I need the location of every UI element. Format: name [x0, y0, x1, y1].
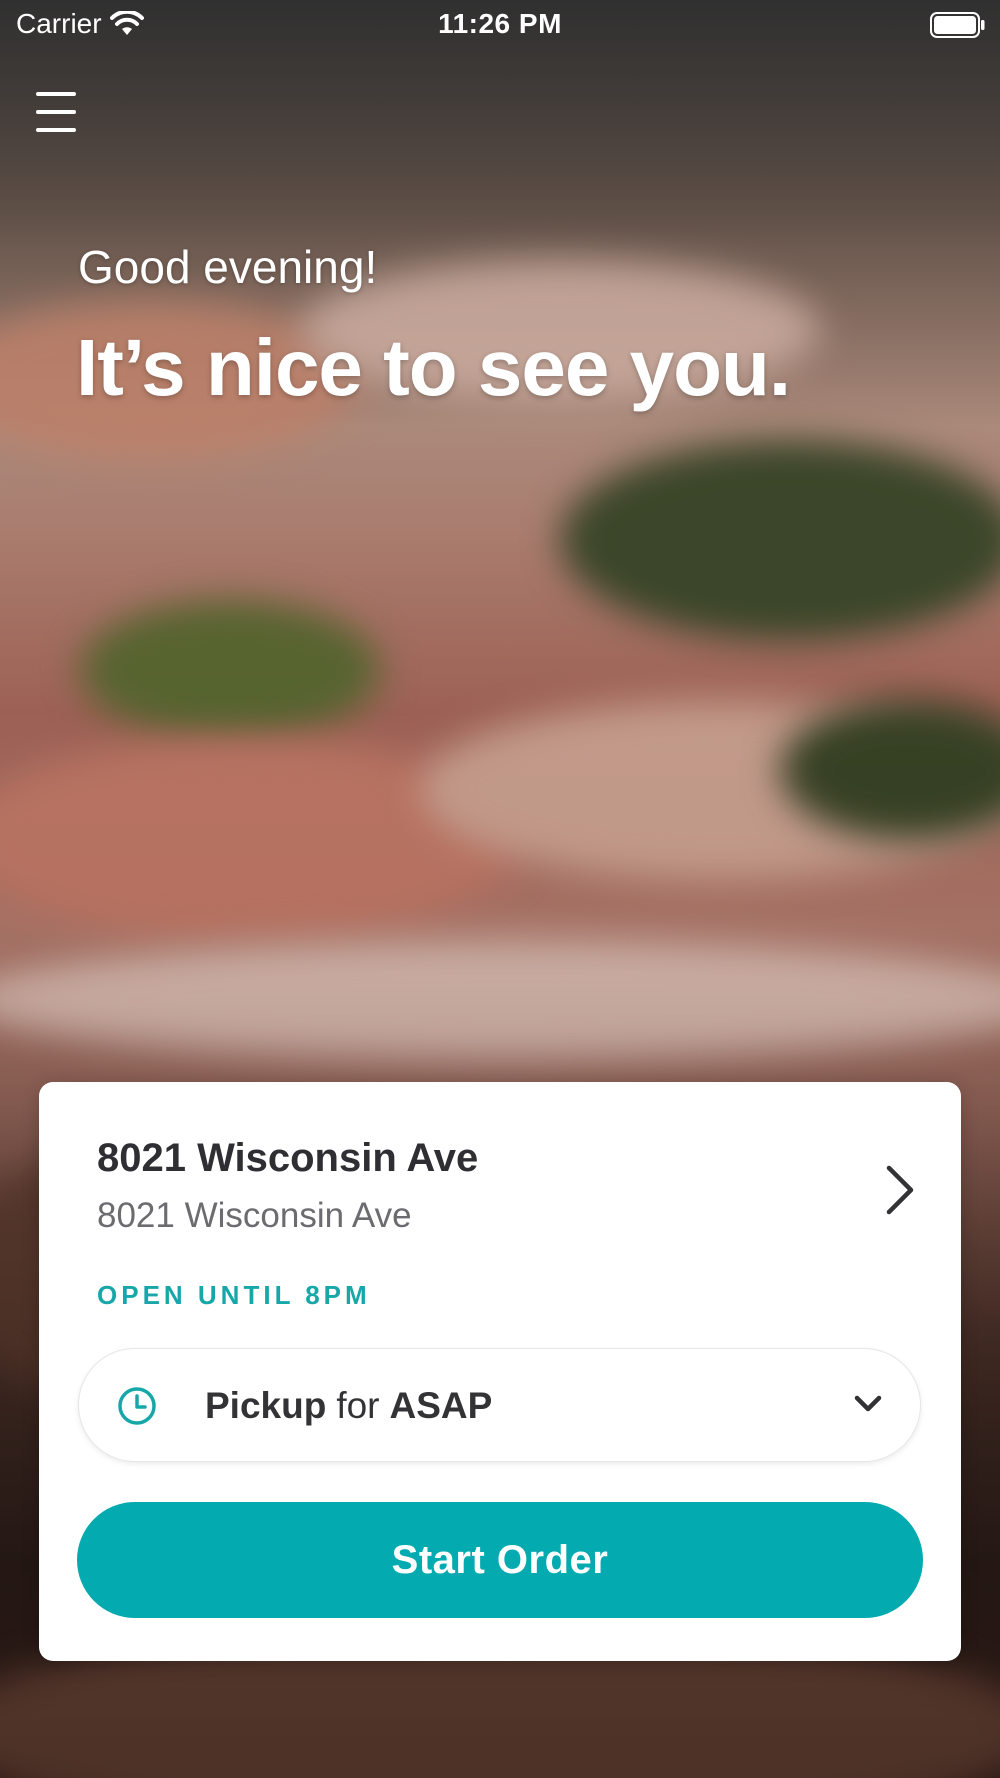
battery-icon: [930, 12, 985, 38]
hamburger-menu-icon[interactable]: [36, 92, 80, 132]
order-mode-type: Pickup: [205, 1385, 327, 1426]
location-card: 8021 Wisconsin Ave 8021 Wisconsin Ave OP…: [39, 1082, 961, 1661]
location-selector[interactable]: 8021 Wisconsin Ave 8021 Wisconsin Ave: [97, 1136, 917, 1246]
order-mode-time: ASAP: [389, 1385, 493, 1426]
status-bar: Carrier 11:26 PM: [0, 0, 1000, 50]
location-name: 8021 Wisconsin Ave: [97, 1136, 479, 1180]
status-time: 11:26 PM: [438, 8, 562, 39]
clock-icon: [118, 1387, 156, 1425]
chevron-down-icon: [854, 1395, 882, 1412]
greeting-text: Good evening!: [78, 241, 378, 293]
chevron-right-icon: [886, 1165, 914, 1215]
store-hours: OPEN UNTIL 8PM: [97, 1280, 371, 1310]
location-address: 8021 Wisconsin Ave: [97, 1196, 412, 1235]
order-mode-dropdown[interactable]: Pickup for ASAP: [78, 1348, 921, 1462]
order-mode-label: Pickup for ASAP: [205, 1385, 492, 1427]
start-order-button[interactable]: Start Order: [77, 1502, 923, 1618]
order-mode-connector: for: [336, 1385, 380, 1426]
headline-text: It’s nice to see you.: [76, 323, 791, 412]
